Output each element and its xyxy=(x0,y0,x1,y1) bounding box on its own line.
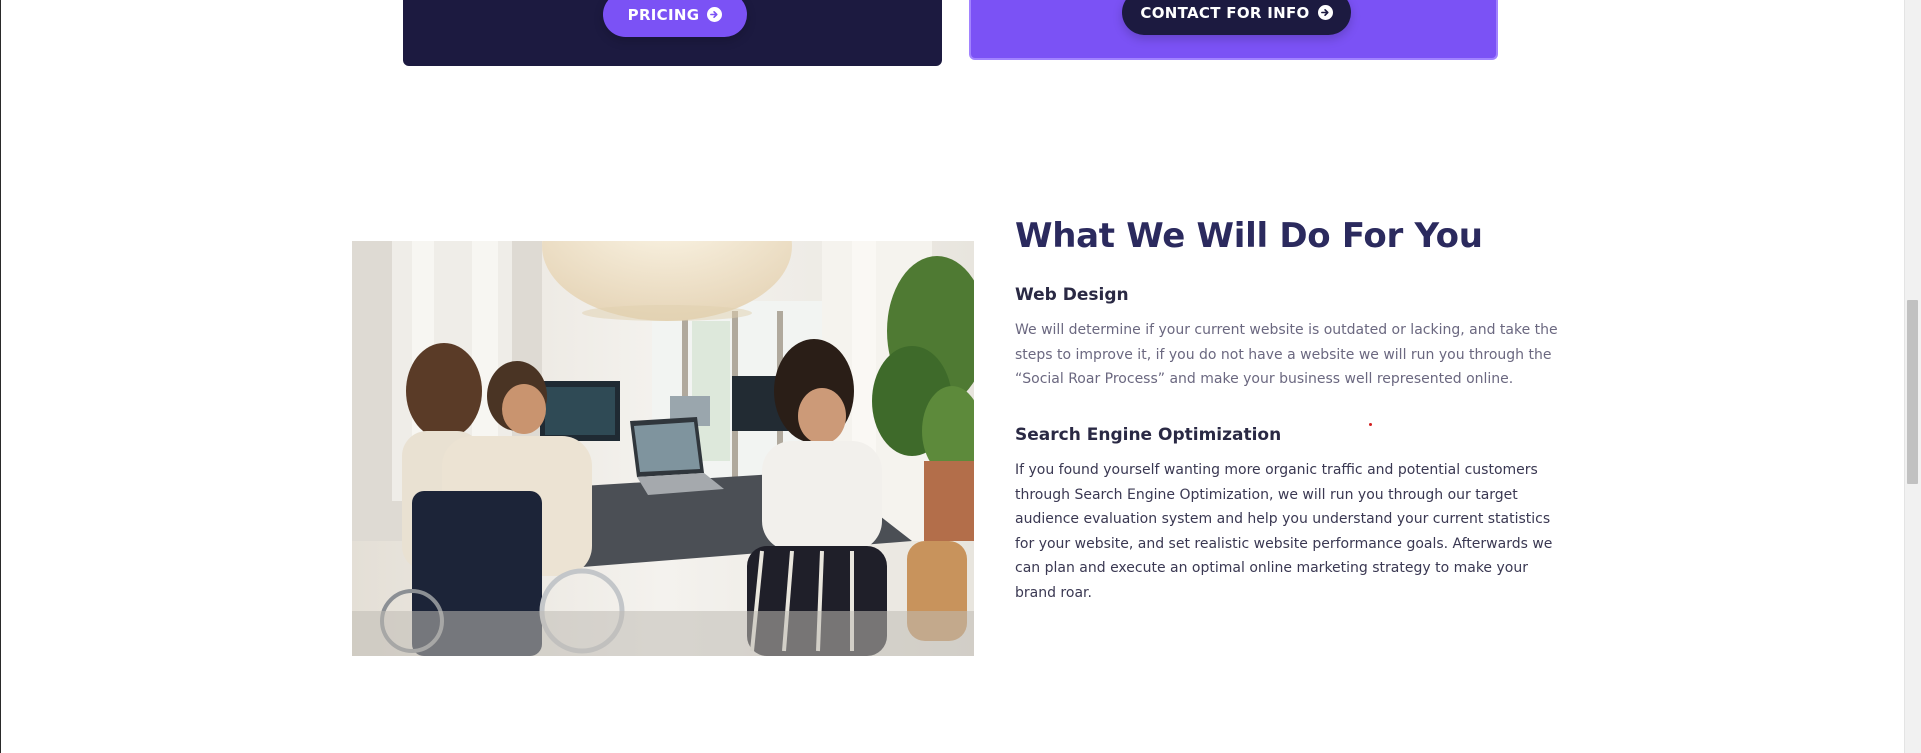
window-edge xyxy=(0,0,1,753)
page-viewport: PRICING CONTACT FOR INFO What We Will Do… xyxy=(0,0,1921,753)
scrollbar-thumb[interactable] xyxy=(1907,300,1918,484)
section-title: What We Will Do For You xyxy=(1015,216,1483,256)
contact-for-info-button[interactable]: CONTACT FOR INFO xyxy=(1122,0,1351,35)
contact-button-label: CONTACT FOR INFO xyxy=(1140,3,1310,22)
seo-description: If you found yourself wanting more organ… xyxy=(1015,462,1553,601)
web-design-heading: Web Design xyxy=(1015,285,1129,305)
seo-heading: Search Engine Optimization xyxy=(1015,425,1282,445)
circle-arrow-right-icon xyxy=(1317,5,1333,20)
pricing-button-label: PRICING xyxy=(627,5,700,24)
web-design-description: We will determine if your current websit… xyxy=(1015,322,1558,388)
circle-arrow-right-icon xyxy=(707,7,723,22)
team-meeting-photo xyxy=(352,241,974,656)
pricing-button[interactable]: PRICING xyxy=(603,0,747,37)
cursor-dot xyxy=(1369,423,1372,426)
